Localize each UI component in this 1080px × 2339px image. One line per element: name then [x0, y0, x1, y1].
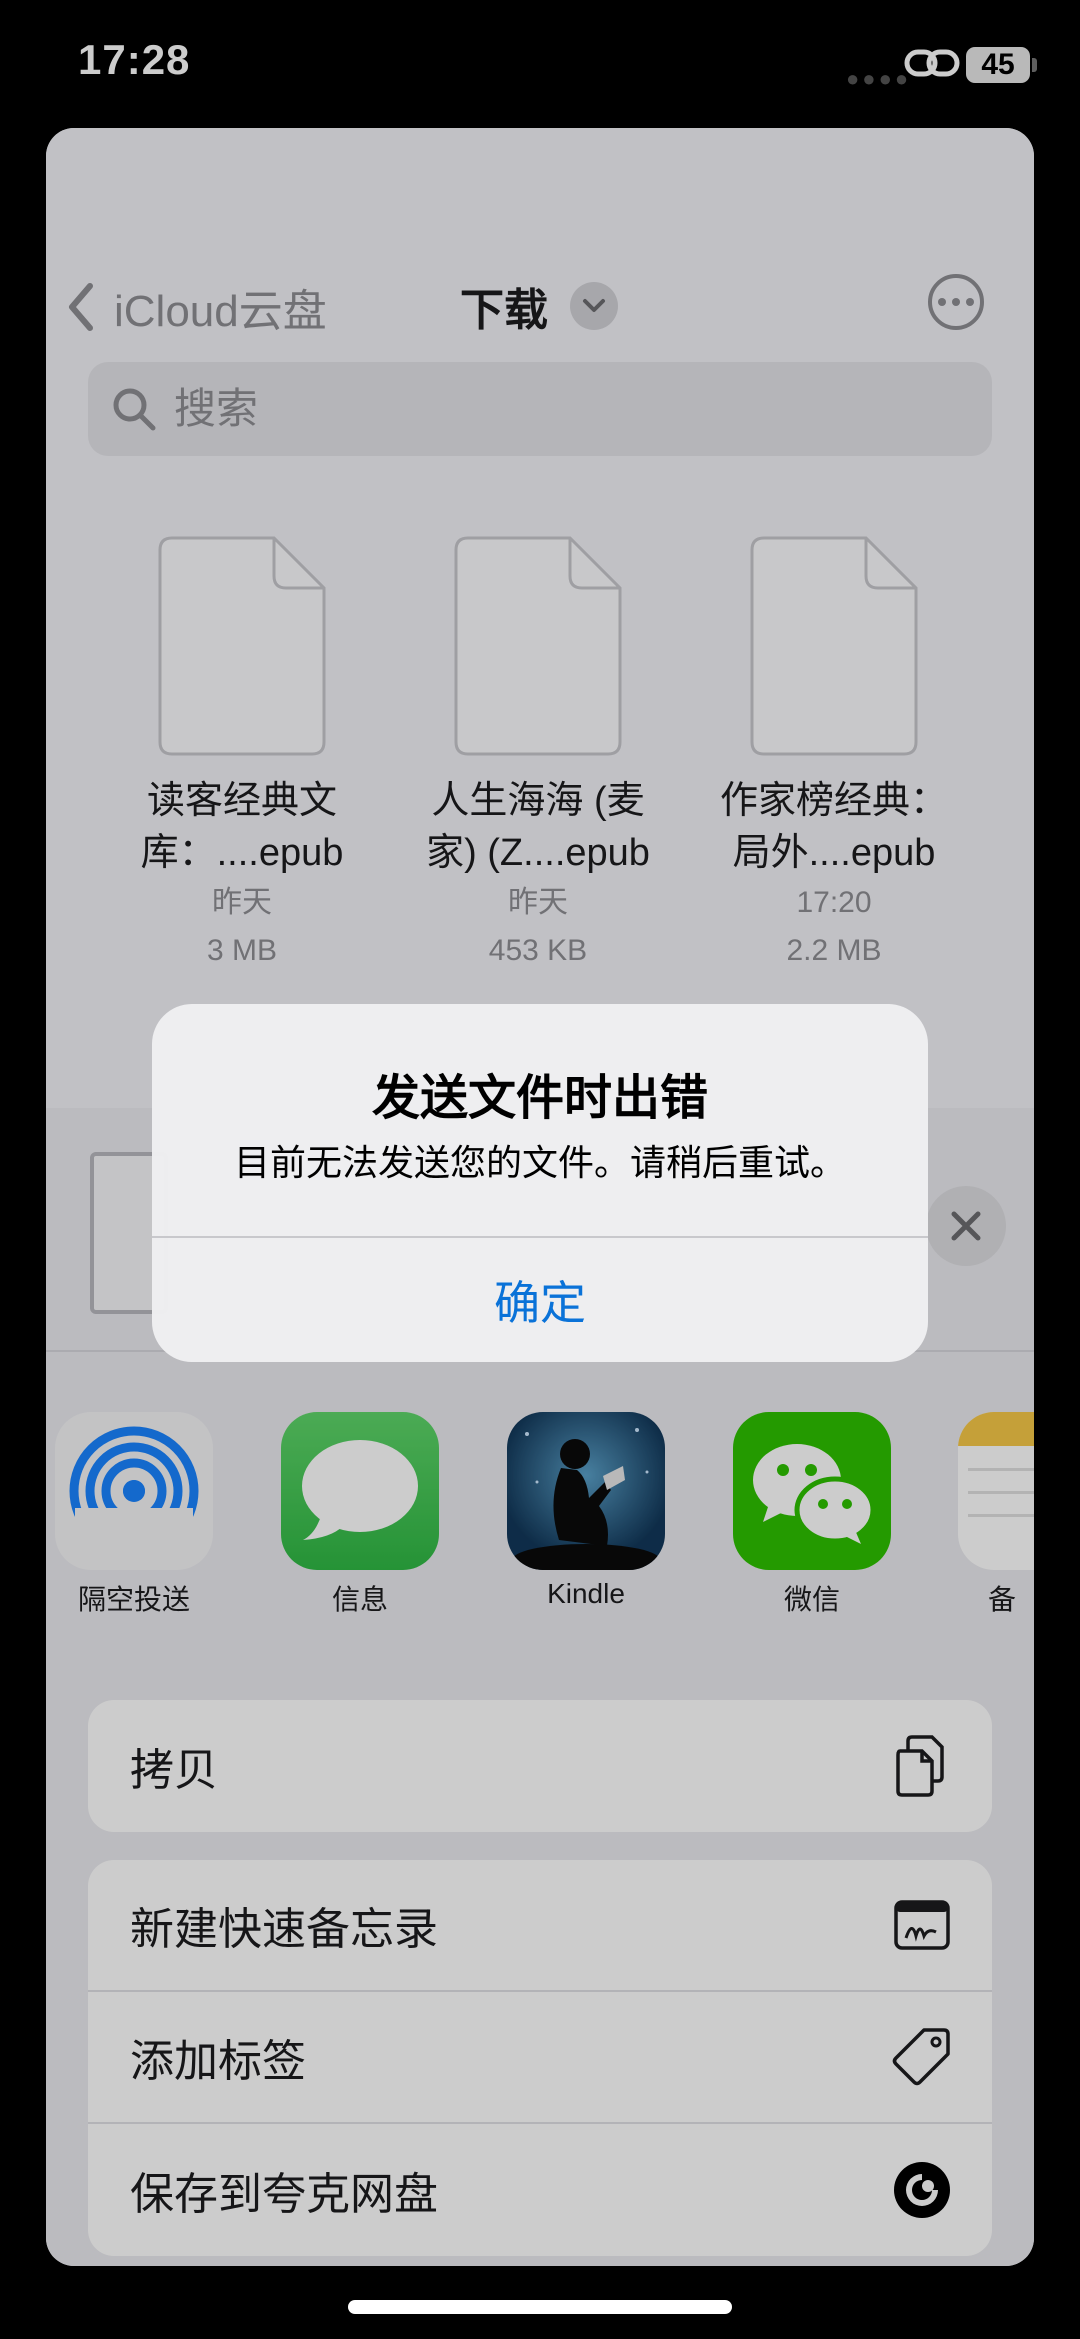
alert-title: 发送文件时出错: [371, 1072, 708, 1125]
alert-message: 目前无法发送您的文件。请稍后重试。: [233, 1142, 846, 1183]
home-indicator[interactable]: [348, 2300, 732, 2314]
error-alert-dialog: 发送文件时出错 目前无法发送您的文件。请稍后重试。 确定: [152, 1004, 928, 1362]
ok-button[interactable]: 确定: [152, 1238, 928, 1362]
